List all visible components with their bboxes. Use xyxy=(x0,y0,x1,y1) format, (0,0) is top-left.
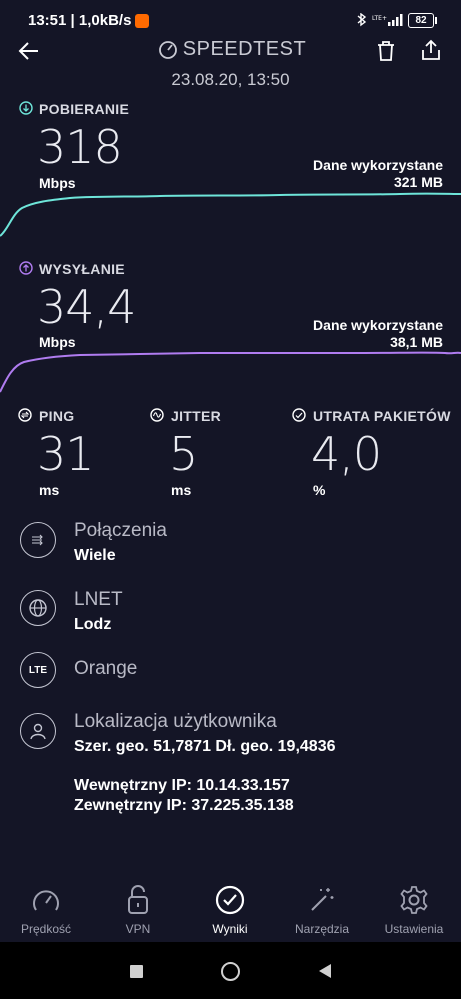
packet-loss-unit: % xyxy=(313,482,326,498)
ping-icon xyxy=(18,408,32,422)
status-time-speed: 13:51 | 1,0kB/s xyxy=(28,12,150,29)
nav-results-label: Wyniki xyxy=(212,922,248,936)
connections-value: Wiele xyxy=(74,547,116,564)
download-graph xyxy=(0,192,461,237)
lock-icon xyxy=(128,885,148,914)
speedometer-icon xyxy=(33,890,59,911)
check-circle-icon xyxy=(215,885,245,915)
internal-ip: Wewnętrzny IP: 10.14.33.157 xyxy=(74,777,290,794)
upload-value: 34,4 xyxy=(37,280,136,334)
bottom-navigation: Prędkość VPN Wyniki Narzędzia Ustawienia xyxy=(0,870,461,942)
packet-loss-label: UTRATA PAKIETÓW xyxy=(313,408,451,424)
status-icons: LTE+ xyxy=(357,13,403,27)
nav-speed-label: Prędkość xyxy=(20,922,72,936)
mi-notification-icon xyxy=(135,14,150,29)
server-location: Lodz xyxy=(74,616,112,633)
recent-apps-button[interactable] xyxy=(130,965,143,978)
bluetooth-icon xyxy=(357,13,367,27)
jitter-unit: ms xyxy=(171,482,192,498)
ping-unit: ms xyxy=(39,482,60,498)
download-arrow-icon xyxy=(19,101,33,115)
nav-settings-label: Ustawienia xyxy=(384,922,444,936)
location-coordinates: Szer. geo. 51,7871 Dł. geo. 19,4836 xyxy=(74,738,336,755)
location-title: Lokalizacja użytkownika xyxy=(74,711,277,732)
download-data-label: Dane wykorzystane xyxy=(313,157,443,173)
lte-badge-icon: LTE xyxy=(20,652,56,688)
ping-value: 31 xyxy=(37,427,95,481)
upload-label: WYSYŁANIE xyxy=(39,261,125,277)
ping-label: PING xyxy=(39,408,75,424)
external-ip: Zewnętrzny IP: 37.225.35.138 xyxy=(74,797,294,814)
packet-loss-icon xyxy=(292,408,306,422)
lte-icon: LTE+ xyxy=(372,15,387,22)
upload-graph xyxy=(0,351,461,393)
packet-loss-value: 4,0 xyxy=(311,427,382,481)
jitter-value: 5 xyxy=(169,427,198,481)
connections-icon xyxy=(20,522,56,558)
nav-tools-label: Narzędzia xyxy=(294,922,350,936)
gear-icon xyxy=(400,886,428,914)
home-button[interactable] xyxy=(221,962,240,981)
download-label: POBIERANIE xyxy=(39,101,130,117)
jitter-label: JITTER xyxy=(171,408,222,424)
status-bar: 13:51 | 1,0kB/s LTE+ 82 xyxy=(0,0,461,40)
share-icon[interactable] xyxy=(420,39,442,61)
connections-title: Połączenia xyxy=(74,520,167,541)
carrier-name: Orange xyxy=(74,658,138,679)
magic-wand-icon xyxy=(311,888,334,911)
upload-arrow-icon xyxy=(19,261,33,275)
test-date: 23.08.20, 13:50 xyxy=(171,70,290,89)
user-icon xyxy=(20,713,56,749)
system-navigation-bar xyxy=(0,942,461,999)
globe-icon xyxy=(20,590,56,626)
signal-icon xyxy=(400,14,403,26)
jitter-icon xyxy=(150,408,164,422)
trash-icon[interactable] xyxy=(375,40,397,62)
download-value: 318 xyxy=(37,120,123,174)
upload-data-label: Dane wykorzystane xyxy=(313,317,443,333)
server-name: LNET xyxy=(74,589,123,610)
back-button[interactable] xyxy=(318,963,332,979)
nav-vpn-label: VPN xyxy=(125,922,151,936)
battery-icon: 82 xyxy=(408,13,437,28)
